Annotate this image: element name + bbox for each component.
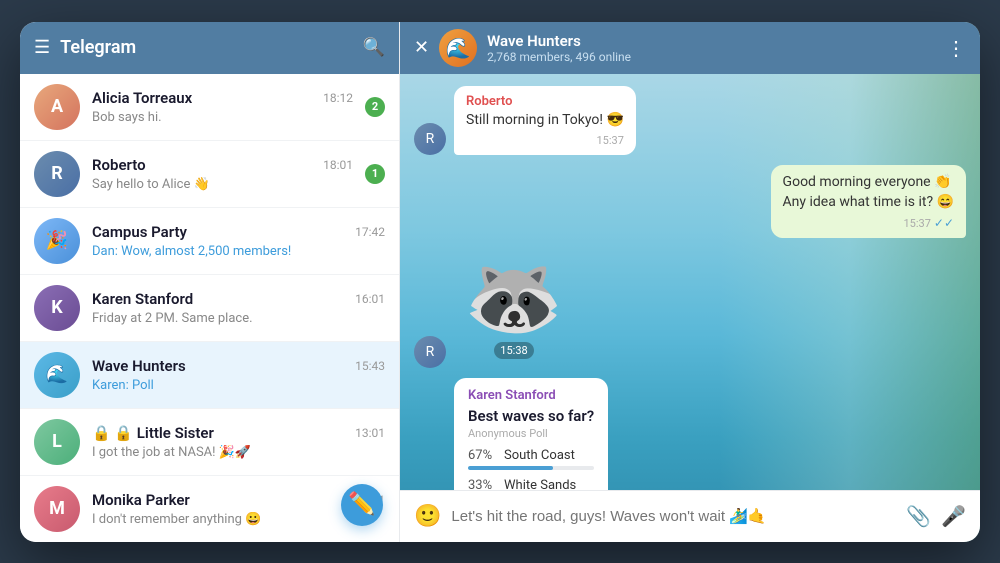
group-info: Wave Hunters 2,768 members, 496 online: [487, 32, 936, 64]
message-text-msg1: Still morning in Tokyo! 😎: [466, 111, 624, 131]
group-members: 2,768 members, 496 online: [487, 50, 936, 64]
poll-pct-1: 33%: [468, 478, 498, 489]
avatar-karen: K: [34, 285, 80, 331]
poll-question-msg4: Best waves so far?: [468, 407, 594, 425]
avatar-little: L: [34, 419, 80, 465]
compose-button[interactable]: ✏️: [341, 484, 383, 526]
avatar-wave: 🌊: [34, 352, 80, 398]
chat-time-campus: 17:42: [355, 225, 385, 239]
chat-info-wave: Wave Hunters 15:43 Karen: Poll: [92, 357, 385, 393]
sticker-time-msg3: 15:38: [494, 342, 533, 359]
avatar-monika: M: [34, 486, 80, 532]
chat-info-little: 🔒 Little Sister 13:01 I got the job at NAS…: [92, 424, 385, 460]
poll-opt-text-0: South Coast: [504, 448, 575, 463]
chat-input-area: 🙂 📎 🎤: [400, 490, 980, 542]
sidebar-header: ☰ Telegram 🔍: [20, 22, 399, 74]
chat-preview-wave: Karen: Poll: [92, 378, 385, 393]
chat-item-roberto[interactable]: R Roberto 18:01 Say hello to Alice 👋 1: [20, 141, 399, 208]
chat-preview-little: I got the job at NASA! 🎉🚀: [92, 445, 385, 460]
group-avatar: 🌊: [439, 29, 477, 67]
sticker-bubble-msg3: 🦝15:38: [454, 248, 574, 368]
message-time-msg2: 15:37✓✓: [783, 216, 954, 230]
avatar-campus: 🎉: [34, 218, 80, 264]
chat-info-roberto: Roberto 18:01 Say hello to Alice 👋: [92, 156, 353, 192]
chat-name-campus: Campus Party: [92, 223, 187, 241]
chat-name-roberto: Roberto: [92, 156, 146, 174]
poll-sender-msg4: Karen Stanford: [468, 388, 594, 403]
more-options-icon[interactable]: ⋮: [946, 36, 966, 60]
chat-info-alicia: Alicia Torreaux 18:12 Bob says hi.: [92, 89, 353, 125]
chat-name-wave: Wave Hunters: [92, 357, 186, 375]
search-icon[interactable]: 🔍: [363, 37, 385, 58]
chat-header: ✕ 🌊 Wave Hunters 2,768 members, 496 onli…: [400, 22, 980, 74]
message-bubble-msg1: Roberto Still morning in Tokyo! 😎 15:37: [454, 86, 636, 156]
message-input[interactable]: [451, 508, 896, 525]
chat-time-karen: 16:01: [355, 292, 385, 306]
messages-area: R Roberto Still morning in Tokyo! 😎 15:37 Go…: [400, 74, 980, 490]
chat-time-little: 13:01: [355, 426, 385, 440]
message-time-msg1: 15:37: [466, 134, 624, 147]
message-bubble-msg2: Good morning everyone 👏Any idea what tim…: [771, 165, 966, 238]
chat-preview-campus: Dan: Wow, almost 2,500 members!: [92, 244, 385, 259]
chat-name-little: 🔒 Little Sister: [92, 424, 214, 442]
chat-info-campus: Campus Party 17:42 Dan: Wow, almost 2,500 …: [92, 223, 385, 259]
chat-name-monika: Monika Parker: [92, 491, 190, 509]
message-avatar-msg3: R: [414, 336, 446, 368]
hamburger-icon[interactable]: ☰: [34, 37, 50, 58]
message-text-msg2: Good morning everyone 👏Any idea what tim…: [783, 173, 954, 212]
poll-bar-bg-0: [468, 466, 594, 470]
read-receipts-msg2: ✓✓: [934, 216, 954, 230]
emoji-button[interactable]: 🙂: [414, 504, 441, 529]
avatar-roberto: R: [34, 151, 80, 197]
message-sender-msg1: Roberto: [466, 94, 624, 109]
message-row-msg1: R Roberto Still morning in Tokyo! 😎 15:37: [414, 86, 966, 156]
message-row-msg4: KKaren StanfordBest waves so far?Anonymo…: [414, 378, 966, 489]
chat-item-wave[interactable]: 🌊 Wave Hunters 15:43 Karen: Poll: [20, 342, 399, 409]
app-container: ☰ Telegram 🔍 A Alicia Torreaux 18:12 Bob sa…: [20, 22, 980, 542]
chat-item-campus[interactable]: 🎉 Campus Party 17:42 Dan: Wow, almost 2,500…: [20, 208, 399, 275]
voice-icon[interactable]: 🎤: [941, 504, 966, 528]
message-row-msg2: Good morning everyone 👏Any idea what tim…: [414, 165, 966, 238]
chat-name-karen: Karen Stanford: [92, 290, 193, 308]
chat-list: A Alicia Torreaux 18:12 Bob says hi. 2 R Rober…: [20, 74, 399, 542]
poll-bubble-msg4[interactable]: Karen Stanford Best waves so far? Anonymou…: [454, 378, 608, 489]
poll-pct-0: 67%: [468, 448, 498, 463]
chat-preview-roberto: Say hello to Alice 👋: [92, 177, 353, 192]
chat-time-alicia: 18:12: [323, 91, 353, 105]
sticker-image-msg3: 🦝15:38: [454, 248, 574, 368]
poll-opt-text-1: White Sands: [504, 478, 576, 489]
close-button[interactable]: ✕: [414, 37, 429, 58]
chat-preview-monika: I don't remember anything 😀: [92, 512, 385, 527]
poll-bar-fill-0: [468, 466, 553, 470]
poll-option-1[interactable]: 33% White Sands: [468, 478, 594, 489]
unread-badge-roberto: 1: [365, 164, 385, 184]
unread-badge-alicia: 2: [365, 97, 385, 117]
poll-type-msg4: Anonymous Poll: [468, 427, 594, 440]
chat-preview-alicia: Bob says hi.: [92, 110, 353, 125]
avatar-alicia: A: [34, 84, 80, 130]
chat-preview-karen: Friday at 2 PM. Same place.: [92, 311, 385, 326]
message-avatar-msg1: R: [414, 123, 446, 155]
group-name: Wave Hunters: [487, 32, 936, 50]
chat-item-alicia[interactable]: A Alicia Torreaux 18:12 Bob says hi. 2: [20, 74, 399, 141]
sidebar-title: Telegram: [60, 37, 352, 58]
attach-icon[interactable]: 📎: [906, 504, 931, 528]
message-row-msg3: R🦝15:38: [414, 248, 966, 368]
chat-time-wave: 15:43: [355, 359, 385, 373]
sidebar: ☰ Telegram 🔍 A Alicia Torreaux 18:12 Bob sa…: [20, 22, 400, 542]
chat-main: ✕ 🌊 Wave Hunters 2,768 members, 496 onli…: [400, 22, 980, 542]
poll-option-0[interactable]: 67% South Coast: [468, 448, 594, 470]
chat-item-karen[interactable]: K Karen Stanford 16:01 Friday at 2 PM. Same…: [20, 275, 399, 342]
chat-item-little[interactable]: L 🔒 Little Sister 13:01 I got the job at NA…: [20, 409, 399, 476]
chat-info-karen: Karen Stanford 16:01 Friday at 2 PM. Same …: [92, 290, 385, 326]
chat-name-alicia: Alicia Torreaux: [92, 89, 192, 107]
chat-time-roberto: 18:01: [323, 158, 353, 172]
